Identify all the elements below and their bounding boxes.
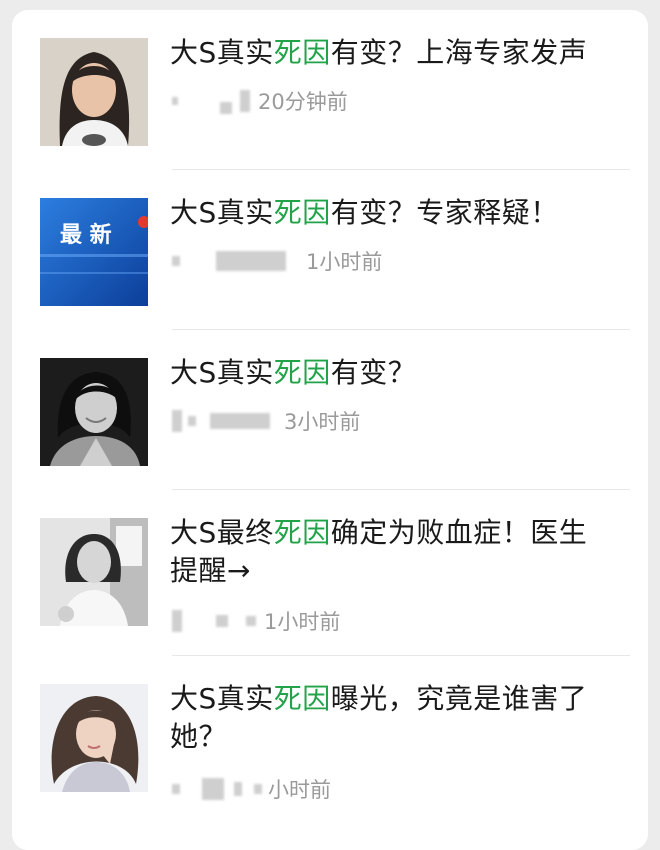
article-item[interactable]: 大S真实死因有变？上海专家发声 20分钟前: [12, 10, 648, 170]
title-keyword: 死因: [273, 196, 331, 229]
publish-time: 1小时前: [264, 610, 341, 634]
redacted-source: [172, 410, 182, 432]
article-meta: 20分钟前: [172, 86, 348, 116]
redacted-source: [172, 784, 180, 794]
article-item[interactable]: 大S真实死因曝光，究竟是谁害了她？ 小时前: [12, 656, 648, 832]
publish-time: 小时前: [268, 778, 331, 802]
title-suffix: 有变？: [330, 356, 417, 389]
article-meta: 1小时前: [172, 246, 382, 276]
redacted-source: [202, 778, 224, 800]
thumbnail-portrait[interactable]: [40, 684, 148, 792]
article-meta: 1小时前: [172, 606, 340, 636]
title-prefix: 大S真实: [170, 682, 274, 715]
redacted-source: [216, 251, 286, 271]
article-title[interactable]: 大S真实死因有变？专家释疑！: [170, 194, 610, 232]
publish-time: 1小时前: [306, 250, 383, 274]
redacted-source: [172, 610, 182, 632]
thumbnail-portrait[interactable]: [40, 518, 148, 626]
redacted-source: [246, 616, 256, 626]
title-suffix: 有变？专家释疑！: [330, 196, 559, 229]
article-title[interactable]: 大S最终死因确定为败血症！医生提醒→: [170, 514, 610, 590]
redacted-source: [172, 97, 178, 105]
article-list-card: 大S真实死因有变？上海专家发声 20分钟前 最 新 大S真实死因有变？专家释疑！…: [12, 10, 648, 850]
news-banner-text: 最 新: [60, 222, 112, 248]
title-keyword: 死因: [273, 36, 331, 69]
article-meta: 3小时前: [172, 406, 360, 436]
article-title[interactable]: 大S真实死因有变？上海专家发声: [170, 34, 610, 72]
portrait-icon: [40, 518, 148, 626]
portrait-icon: [40, 684, 148, 792]
thumbnail-portrait[interactable]: [40, 38, 148, 146]
portrait-icon: [40, 358, 148, 466]
article-title[interactable]: 大S真实死因有变？: [170, 354, 610, 392]
redacted-source: [172, 256, 180, 266]
redacted-source: [220, 102, 232, 114]
article-title[interactable]: 大S真实死因曝光，究竟是谁害了她？: [170, 680, 610, 756]
article-item[interactable]: 大S真实死因有变？ 3小时前: [12, 330, 648, 490]
redacted-source: [234, 782, 242, 796]
news-banner-icon: 最 新: [40, 198, 148, 306]
article-item[interactable]: 最 新 大S真实死因有变？专家释疑！ 1小时前: [12, 170, 648, 330]
title-prefix: 大S最终: [170, 516, 274, 549]
title-keyword: 死因: [273, 682, 331, 715]
title-prefix: 大S真实: [170, 356, 274, 389]
article-meta: 小时前: [172, 774, 331, 804]
publish-time: 3小时前: [284, 410, 361, 434]
portrait-icon: [40, 38, 148, 146]
thumbnail-portrait[interactable]: [40, 358, 148, 466]
article-item[interactable]: 大S最终死因确定为败血症！医生提醒→ 1小时前: [12, 490, 648, 656]
title-keyword: 死因: [273, 356, 331, 389]
redacted-source: [240, 90, 250, 112]
redacted-source: [188, 416, 196, 426]
publish-time: 20分钟前: [258, 90, 348, 114]
redacted-source: [210, 413, 270, 429]
title-suffix: 有变？上海专家发声: [330, 36, 588, 69]
title-keyword: 死因: [273, 516, 331, 549]
title-prefix: 大S真实: [170, 196, 274, 229]
redacted-source: [216, 615, 228, 627]
redacted-source: [254, 784, 262, 794]
thumbnail-news[interactable]: 最 新: [40, 198, 148, 306]
title-prefix: 大S真实: [170, 36, 274, 69]
